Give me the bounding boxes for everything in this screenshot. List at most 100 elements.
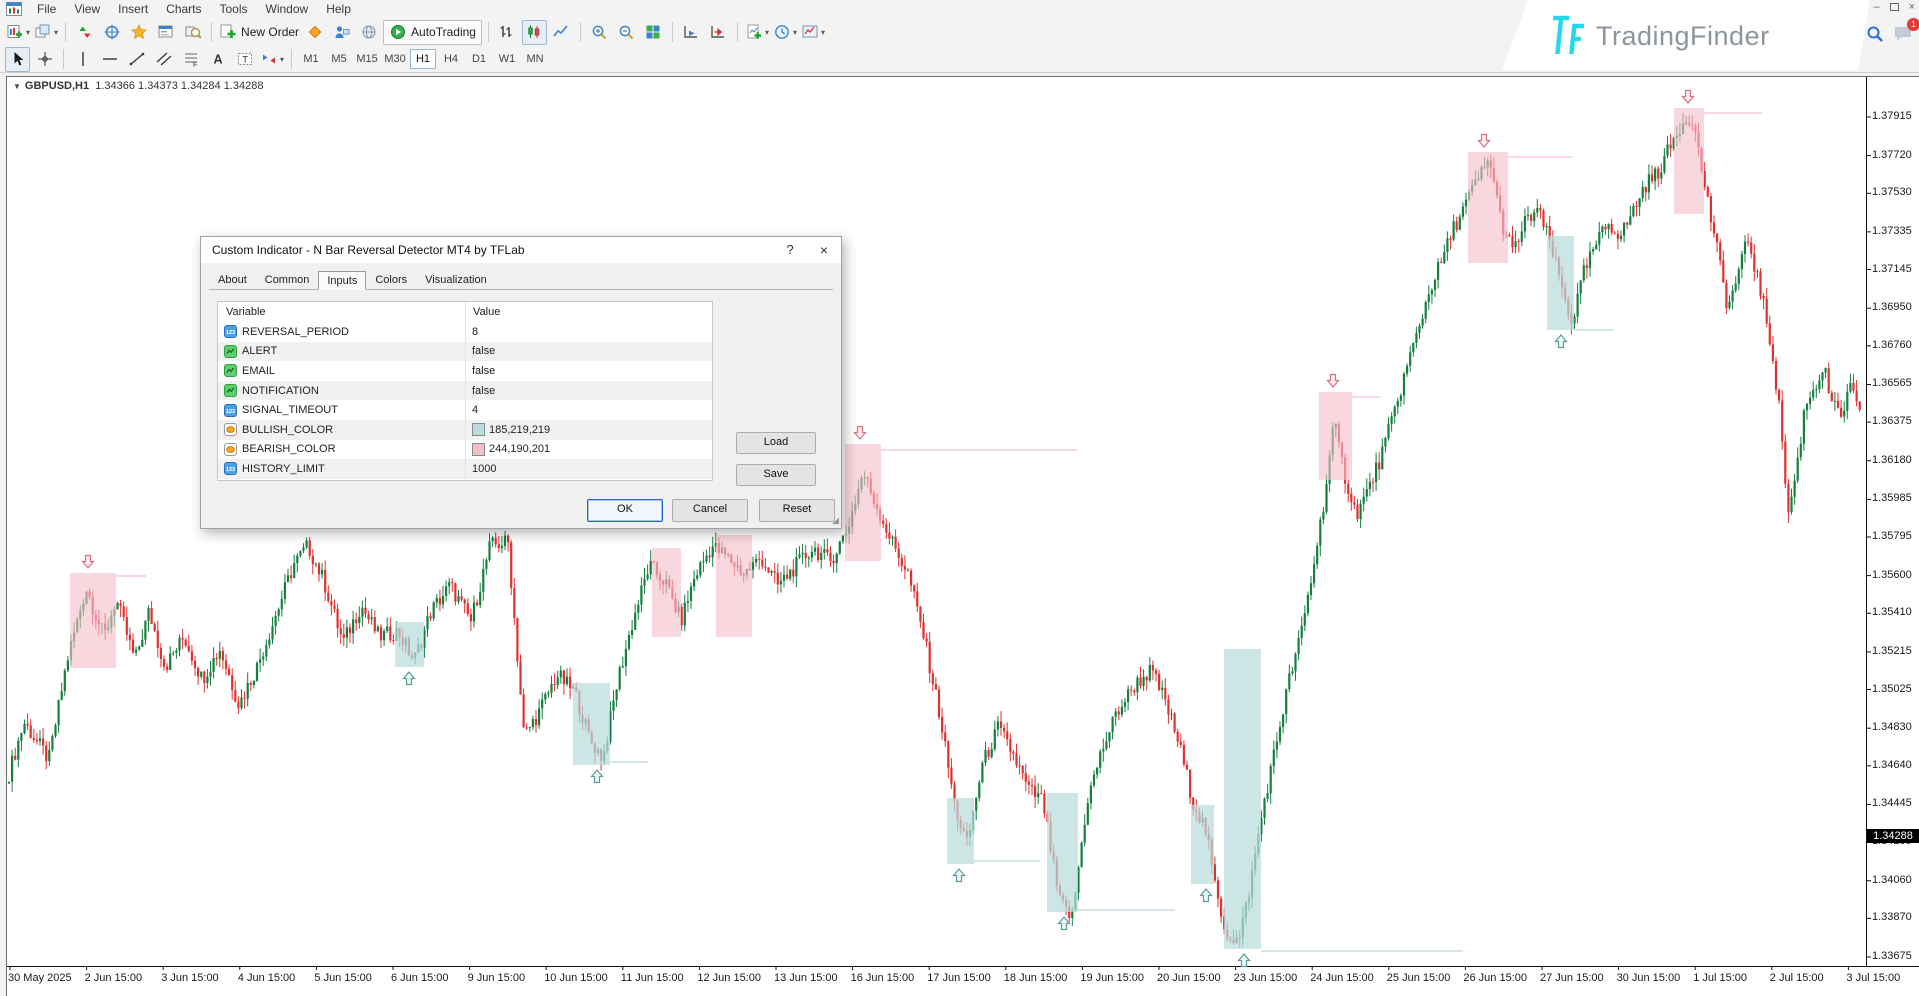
param-value[interactable]: 185,219,219 xyxy=(465,423,712,436)
cursor-icon[interactable] xyxy=(5,47,30,72)
menu-view[interactable]: View xyxy=(65,2,109,16)
menu-help[interactable]: Help xyxy=(317,2,360,16)
zoom-in-icon[interactable] xyxy=(587,20,612,45)
tab-visualization[interactable]: Visualization xyxy=(416,270,496,289)
timeframe-d1[interactable]: D1 xyxy=(466,49,492,69)
tab-colors[interactable]: Colors xyxy=(366,270,416,289)
candlestick-icon xyxy=(525,23,543,41)
navigator-icon xyxy=(130,23,148,41)
market-icon[interactable] xyxy=(356,20,381,45)
chevron-down-icon[interactable]: ▾ xyxy=(793,28,797,37)
templates-icon[interactable]: ▾ xyxy=(800,20,826,45)
restore-button[interactable] xyxy=(1890,3,1899,11)
bar-chart-icon[interactable] xyxy=(495,20,520,45)
vertical-line-icon[interactable] xyxy=(70,47,95,72)
menu-file[interactable]: File xyxy=(28,2,65,16)
zoom-out-icon[interactable] xyxy=(614,20,639,45)
tab-about[interactable]: About xyxy=(209,270,256,289)
timeframe-m5[interactable]: M5 xyxy=(326,49,352,69)
tab-common[interactable]: Common xyxy=(256,270,319,289)
text-icon[interactable]: A xyxy=(205,47,230,72)
label-icon[interactable]: T xyxy=(232,47,257,72)
dialog-close-button[interactable]: × xyxy=(809,237,839,263)
menu-insert[interactable]: Insert xyxy=(109,2,157,16)
menu-window[interactable]: Window xyxy=(257,2,318,16)
candlestick-icon[interactable] xyxy=(522,20,547,45)
resize-grip[interactable]: ◢ xyxy=(832,515,839,526)
save-button[interactable]: Save xyxy=(736,464,816,486)
new-order-button[interactable]: New Order xyxy=(218,20,300,45)
chat-icon[interactable]: 1 xyxy=(1893,24,1915,49)
auto-scroll-icon[interactable] xyxy=(679,20,704,45)
search-icon[interactable] xyxy=(1865,24,1885,49)
param-value[interactable]: false xyxy=(465,345,712,357)
timeframe-h1[interactable]: H1 xyxy=(410,49,436,69)
chevron-down-icon[interactable]: ▾ xyxy=(821,28,825,37)
chevron-down-icon[interactable]: ▾ xyxy=(280,55,284,64)
color-swatch xyxy=(472,443,485,456)
ok-button[interactable]: OK xyxy=(587,499,663,522)
timeframe-h4[interactable]: H4 xyxy=(438,49,464,69)
timeframe-mn[interactable]: MN xyxy=(522,49,548,69)
market-watch-icon[interactable] xyxy=(72,20,97,45)
param-value[interactable]: 1000 xyxy=(465,463,712,475)
timeframe-m1[interactable]: M1 xyxy=(298,49,324,69)
minimize-button[interactable]: – xyxy=(1873,1,1879,13)
menu-charts[interactable]: Charts xyxy=(157,2,210,16)
horizontal-line-icon[interactable] xyxy=(97,47,122,72)
time-label: 1 Jul 15:00 xyxy=(1693,972,1747,984)
svg-text:F: F xyxy=(193,62,197,68)
channel-icon xyxy=(155,50,173,68)
navigator-icon[interactable] xyxy=(126,20,151,45)
autotrading-button[interactable]: AutoTrading xyxy=(383,20,482,45)
metaeditor-icon[interactable] xyxy=(302,20,327,45)
auto-scroll-icon xyxy=(682,23,700,41)
toolbar-separator xyxy=(65,22,66,42)
chevron-down-icon[interactable]: ▾ xyxy=(765,28,769,37)
trendline-icon[interactable] xyxy=(124,47,149,72)
chevron-down-icon[interactable]: ▾ xyxy=(54,28,58,37)
time-label: 2 Jun 15:00 xyxy=(85,972,143,984)
bool-param-icon xyxy=(224,345,237,358)
close-button[interactable]: × xyxy=(1909,1,1915,13)
chart-plot-area[interactable] xyxy=(6,76,1919,996)
price-label: 1.37915 xyxy=(1872,110,1912,122)
param-value[interactable]: false xyxy=(465,365,712,377)
chevron-down-icon[interactable]: ▾ xyxy=(26,28,30,37)
chart-shift-icon[interactable] xyxy=(706,20,731,45)
param-value[interactable]: false xyxy=(465,385,712,397)
crosshair-icon[interactable] xyxy=(32,47,57,72)
strategy-tester-icon[interactable] xyxy=(180,20,205,45)
param-value[interactable]: 244,190,201 xyxy=(465,443,712,456)
zoom-out-icon xyxy=(617,23,635,41)
time-label: 19 Jun 15:00 xyxy=(1080,972,1144,984)
reset-button[interactable]: Reset xyxy=(759,499,835,522)
cancel-button[interactable]: Cancel xyxy=(672,499,748,522)
param-value[interactable]: 8 xyxy=(465,326,712,338)
timeframe-m15[interactable]: M15 xyxy=(354,49,380,69)
load-button[interactable]: Load xyxy=(736,432,816,454)
dialog-help-button[interactable]: ? xyxy=(775,237,805,263)
periods-icon[interactable]: ▾ xyxy=(772,20,798,45)
terminal-icon[interactable] xyxy=(153,20,178,45)
line-chart-icon[interactable] xyxy=(549,20,574,45)
dialog-title-bar[interactable]: Custom Indicator - N Bar Reversal Detect… xyxy=(201,237,841,263)
new-chart-icon[interactable]: ▾ xyxy=(5,20,31,45)
timeframe-w1[interactable]: W1 xyxy=(494,49,520,69)
time-label: 23 Jun 15:00 xyxy=(1234,972,1298,984)
bool-param-icon xyxy=(224,364,237,377)
shapes-icon[interactable]: ▾ xyxy=(259,47,285,72)
channel-icon[interactable] xyxy=(151,47,176,72)
profiles-icon[interactable]: ▾ xyxy=(33,20,59,45)
experts-icon[interactable] xyxy=(329,20,354,45)
indicators-icon[interactable]: ▾ xyxy=(744,20,770,45)
timeframe-m30[interactable]: M30 xyxy=(382,49,408,69)
tab-inputs[interactable]: Inputs xyxy=(318,271,366,290)
menu-tools[interactable]: Tools xyxy=(211,2,257,16)
param-value[interactable]: 4 xyxy=(465,404,712,416)
tile-windows-icon[interactable] xyxy=(641,20,666,45)
time-label: 9 Jun 15:00 xyxy=(468,972,526,984)
fibonacci-icon[interactable]: F xyxy=(178,47,203,72)
time-axis[interactable]: 30 May 20252 Jun 15:003 Jun 15:004 Jun 1… xyxy=(0,970,1919,990)
data-window-icon[interactable] xyxy=(99,20,124,45)
